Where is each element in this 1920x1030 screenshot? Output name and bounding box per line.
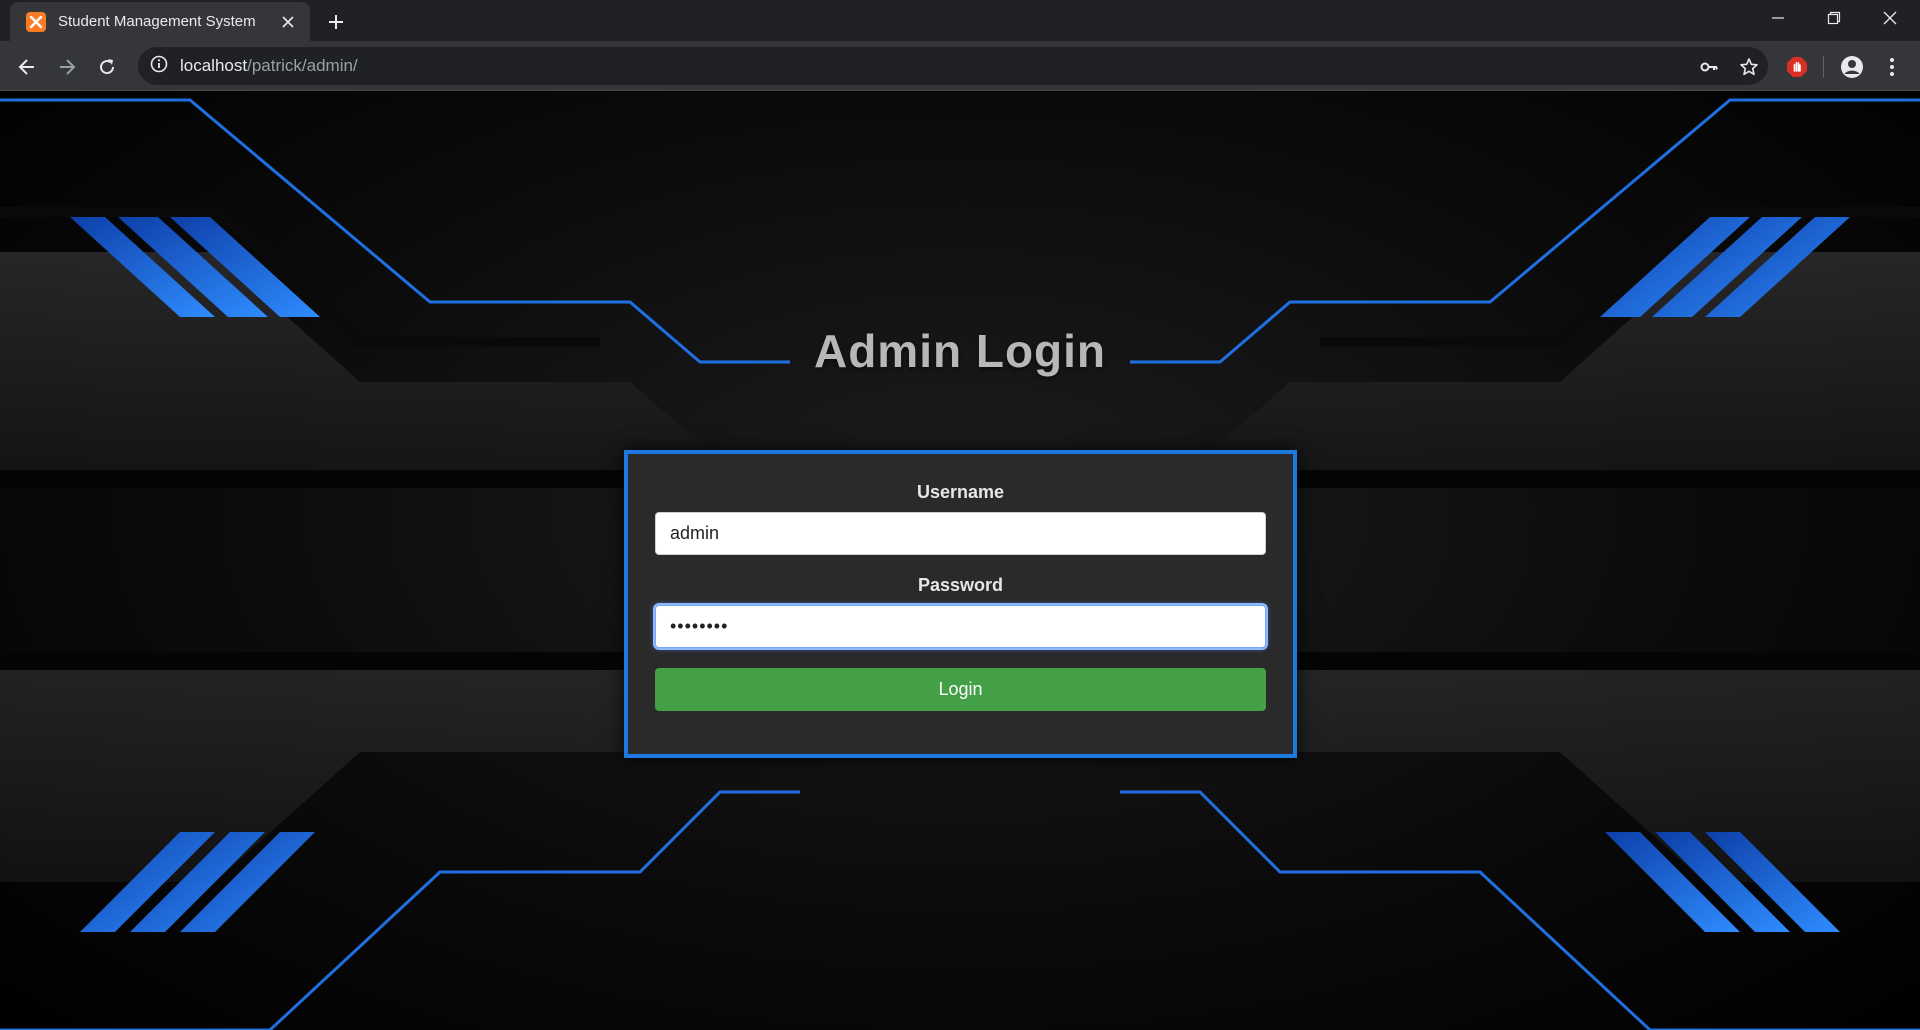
address-bar[interactable]: localhost/patrick/admin/ <box>138 47 1768 85</box>
back-arrow-icon[interactable] <box>11 51 43 83</box>
toolbar-separator <box>1823 56 1824 78</box>
new-tab-icon[interactable] <box>322 8 350 36</box>
xampp-favicon-icon <box>26 11 46 32</box>
page-title: Admin Login <box>813 325 1107 377</box>
browser-tab[interactable]: Student Management System <box>10 2 310 41</box>
password-input[interactable] <box>655 605 1266 648</box>
site-info-icon[interactable] <box>150 55 168 78</box>
key-icon[interactable] <box>1696 54 1722 80</box>
page-viewport: Admin Login Username Password Login <box>0 92 1920 1030</box>
forward-arrow-icon[interactable] <box>51 51 83 83</box>
login-button[interactable]: Login <box>655 668 1266 711</box>
tab-close-icon[interactable] <box>278 12 298 32</box>
minimize-icon[interactable] <box>1750 0 1806 36</box>
bookmark-star-icon[interactable] <box>1736 54 1762 80</box>
password-label: Password <box>917 575 1004 595</box>
url-path: /patrick/admin/ <box>247 56 358 75</box>
extension-stop-icon[interactable] <box>1781 51 1813 83</box>
restore-icon[interactable] <box>1806 0 1862 36</box>
login-form: Username Password Login <box>624 450 1297 758</box>
profile-avatar-icon[interactable] <box>1836 51 1868 83</box>
url-text[interactable]: localhost/patrick/admin/ <box>180 56 358 76</box>
tab-title: Student Management System <box>58 13 256 30</box>
browser-tabstrip: Student Management System <box>0 0 1920 41</box>
close-window-icon[interactable] <box>1862 0 1918 36</box>
username-input[interactable] <box>655 512 1266 555</box>
url-host: localhost <box>180 56 248 75</box>
reload-icon[interactable] <box>91 51 123 83</box>
menu-kebab-icon[interactable] <box>1876 51 1908 83</box>
browser-toolbar: localhost/patrick/admin/ <box>0 41 1920 91</box>
username-label: Username <box>916 482 1005 502</box>
